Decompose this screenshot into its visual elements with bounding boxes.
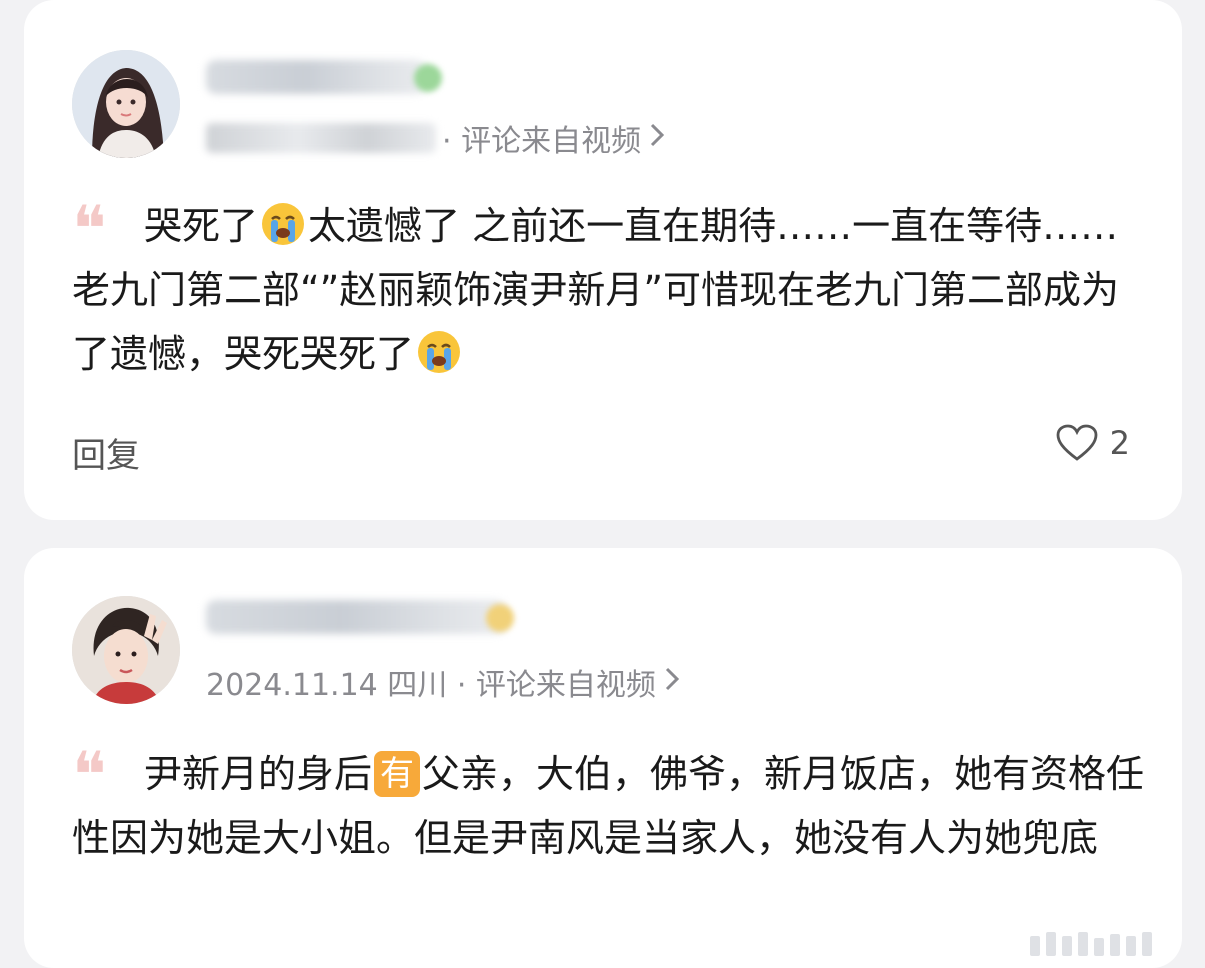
loudly-crying-face-icon	[260, 201, 306, 247]
reply-button[interactable]: 回复	[72, 428, 140, 477]
username-blurred[interactable]	[206, 600, 506, 634]
comment-text: 哭死了 太遗憾了 之前还一直在期待……一直在等待……老九门第二部“”赵丽颖饰演尹新…	[72, 194, 1152, 386]
comment-card: · 评论来自视频 ❝ 哭死了 太遗憾了 之前还一直在期待……一直在等待……老九门第…	[24, 0, 1182, 520]
like-button[interactable]: 2	[1056, 424, 1130, 462]
meta-text: 2024.11.14 四川 · 评论来自视频	[206, 668, 656, 703]
like-count: 2	[1109, 424, 1130, 462]
chevron-right-icon	[649, 121, 665, 156]
emoji-badge-icon	[486, 604, 514, 632]
comment-card: 2024.11.14 四川 · 评论来自视频 ❝ 尹新月的身后有父亲，大伯，佛爷…	[24, 548, 1182, 968]
comment-meta[interactable]: · 评论来自视频	[206, 116, 665, 160]
avatar[interactable]	[72, 50, 180, 158]
watermark	[1030, 932, 1152, 956]
avatar[interactable]	[72, 596, 180, 704]
username-blurred[interactable]	[206, 60, 426, 94]
loudly-crying-face-icon	[416, 329, 462, 375]
tag-you: 有	[374, 751, 421, 797]
heart-icon	[1056, 424, 1098, 461]
time-location-blurred	[206, 123, 436, 153]
comment-text: 尹新月的身后有父亲，大伯，佛爷，新月饭店，她有资格任性因为她是大小姐。但是尹南风…	[72, 751, 1145, 860]
verified-badge-icon	[414, 64, 442, 92]
comment-meta[interactable]: 2024.11.14 四川 · 评论来自视频	[206, 660, 680, 704]
chevron-right-icon	[664, 665, 680, 700]
meta-source: · 评论来自视频	[442, 124, 642, 159]
